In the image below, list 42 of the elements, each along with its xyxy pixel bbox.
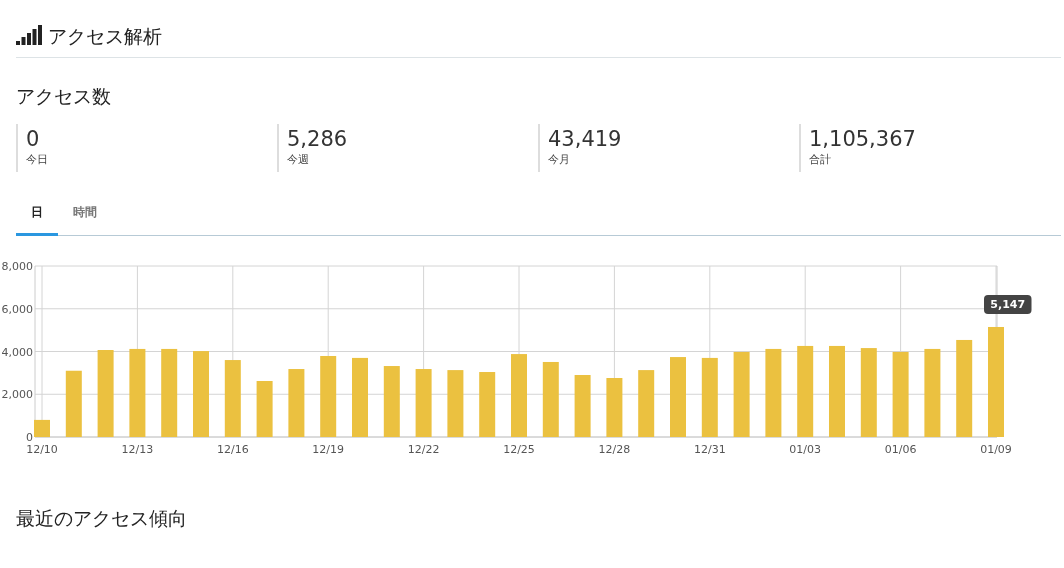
stat-value: 0 <box>26 126 41 152</box>
axis-label: 12/10 <box>26 443 58 456</box>
bar <box>638 370 655 437</box>
bar <box>256 381 273 437</box>
stat-label: 今週 <box>287 152 310 167</box>
bar <box>479 372 496 437</box>
axis-label: 6,000 <box>1 302 33 316</box>
axis-label: 8,000 <box>1 260 33 273</box>
stat-label: 合計 <box>809 152 832 167</box>
stat-label: 今月 <box>548 152 571 167</box>
bar <box>606 378 623 437</box>
bar <box>288 369 305 437</box>
section-title: 最近のアクセス傾向 <box>16 506 188 531</box>
section-title: アクセス数 <box>16 84 112 109</box>
axis-label: 12/13 <box>121 443 154 456</box>
axis-label: 12/28 <box>598 443 631 456</box>
tab[interactable]: 時間 <box>58 198 112 236</box>
axis-label: 01/03 <box>789 443 822 456</box>
axis-label: 12/19 <box>312 443 345 456</box>
bar <box>34 419 50 437</box>
axis-label: 01/09 <box>980 443 1012 456</box>
bar <box>447 370 464 437</box>
page-title: アクセス解析 <box>48 23 162 49</box>
bar <box>415 369 432 437</box>
axis-label: 0 <box>26 431 33 444</box>
axis-label: 12/22 <box>407 443 440 456</box>
axis-label: 2,000 <box>1 388 33 402</box>
value-tooltip: 5,147 <box>984 295 1032 314</box>
stat-value: 5,286 <box>287 126 349 152</box>
stat-value: 43,419 <box>548 126 623 152</box>
axis-label: 4,000 <box>1 345 33 359</box>
axis-label: 12/25 <box>503 443 535 456</box>
tab[interactable]: 日 <box>16 198 58 236</box>
bar <box>574 375 591 437</box>
bar <box>383 366 400 437</box>
bar <box>65 370 82 437</box>
annotation: 5,147 <box>990 298 1026 312</box>
axis-label: 01/06 <box>884 443 917 456</box>
stat-value: 1,105,367 <box>809 126 917 152</box>
axis-label: 12/16 <box>216 443 249 456</box>
axis-label: 12/31 <box>693 443 726 456</box>
stat-label: 今日 <box>26 152 49 167</box>
